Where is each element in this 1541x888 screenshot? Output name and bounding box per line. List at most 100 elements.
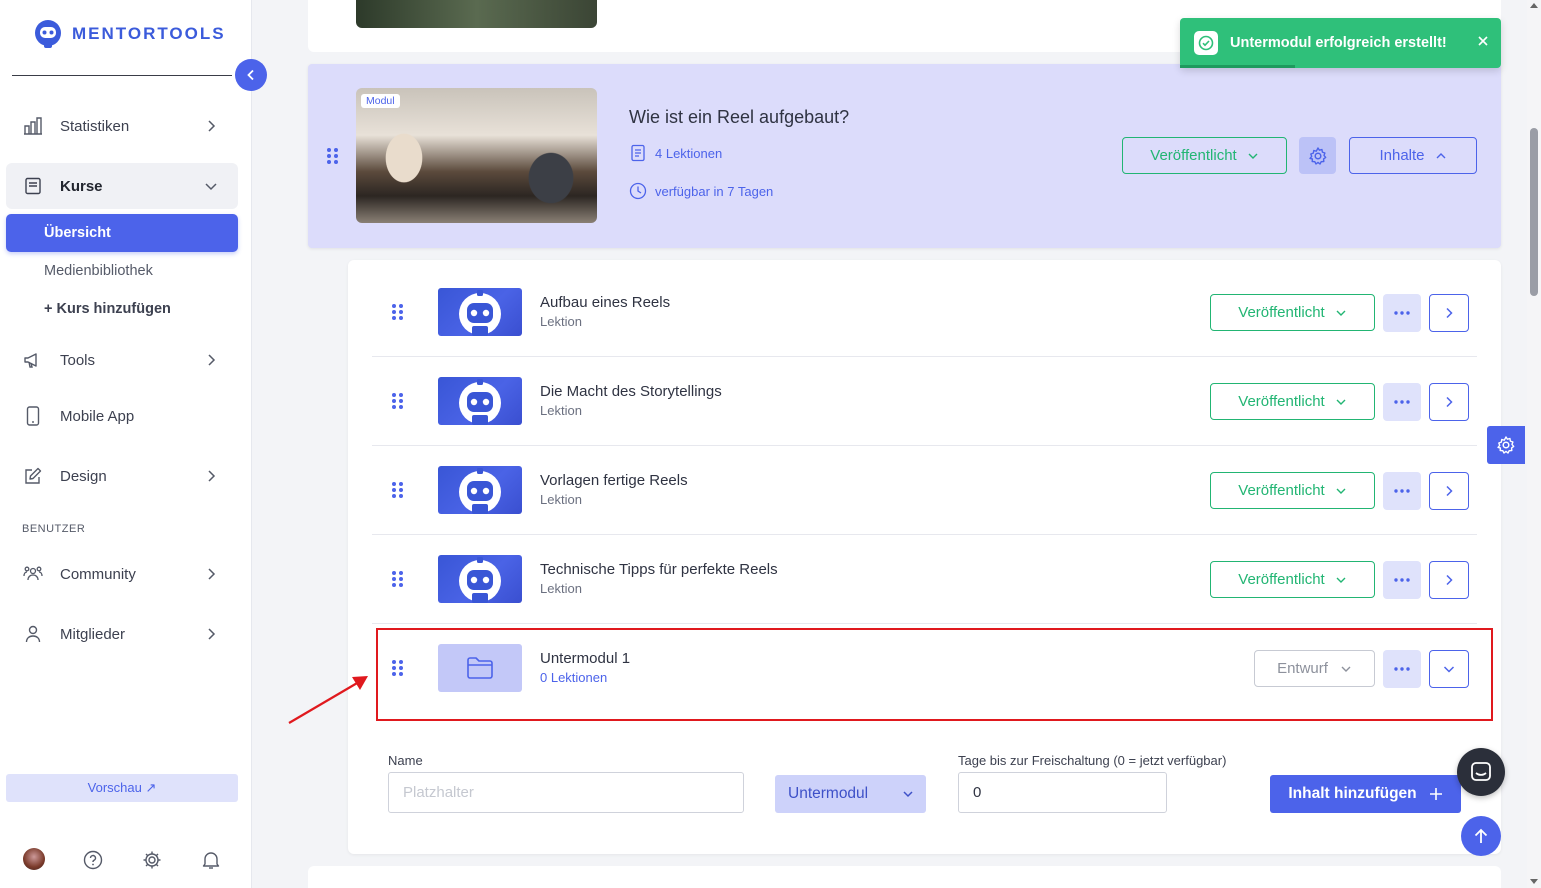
submodule-row[interactable]: Untermodul 1 0 Lektionen Entwurf bbox=[372, 624, 1477, 713]
help-icon[interactable] bbox=[81, 848, 105, 872]
open-lesson-button[interactable] bbox=[1429, 294, 1469, 332]
chevron-down-icon bbox=[1336, 488, 1346, 494]
sidebar-sub-uebersicht[interactable]: Übersicht bbox=[6, 214, 238, 252]
robot-icon bbox=[459, 290, 501, 336]
chevron-right-icon bbox=[1446, 307, 1453, 319]
lesson-status-dropdown[interactable]: Veröffentlicht bbox=[1210, 294, 1375, 331]
robot-icon bbox=[459, 379, 501, 425]
expand-submodule-button[interactable] bbox=[1429, 650, 1469, 688]
settings-gear-icon[interactable] bbox=[140, 848, 164, 872]
bell-icon[interactable] bbox=[199, 848, 223, 872]
content-type-select[interactable]: Untermodul bbox=[775, 775, 926, 813]
sidebar-item-community[interactable]: Community bbox=[6, 551, 238, 597]
module-status-dropdown[interactable]: Veröffentlicht bbox=[1122, 137, 1287, 174]
dots-horizontal-icon bbox=[1394, 489, 1410, 493]
drag-handle-icon[interactable] bbox=[327, 148, 338, 164]
sidebar-item-tools[interactable]: Tools bbox=[6, 337, 238, 383]
section-label-benutzer: BENUTZER bbox=[22, 523, 86, 535]
sidebar-item-statistiken[interactable]: Statistiken bbox=[6, 103, 238, 149]
lesson-type: Lektion bbox=[540, 314, 582, 329]
collapse-sidebar-button[interactable] bbox=[235, 59, 267, 91]
add-content-button[interactable]: Inhalt hinzufügen bbox=[1270, 775, 1461, 813]
drag-handle-icon[interactable] bbox=[392, 304, 403, 320]
more-options-button[interactable] bbox=[1383, 472, 1421, 510]
phone-icon bbox=[22, 405, 44, 427]
scroll-to-top-button[interactable] bbox=[1461, 816, 1501, 856]
chat-widget-button[interactable] bbox=[1457, 748, 1505, 796]
drag-handle-icon[interactable] bbox=[392, 482, 403, 498]
more-options-button[interactable] bbox=[1383, 294, 1421, 332]
module-contents-toggle[interactable]: Inhalte bbox=[1349, 137, 1477, 174]
more-options-button[interactable] bbox=[1383, 561, 1421, 599]
chevron-left-icon bbox=[247, 69, 254, 81]
lesson-type: Lektion bbox=[540, 492, 582, 507]
sidebar-footer bbox=[0, 848, 252, 872]
gear-icon bbox=[1308, 146, 1326, 165]
submodule-status-dropdown[interactable]: Entwurf bbox=[1254, 650, 1375, 687]
more-options-button[interactable] bbox=[1383, 383, 1421, 421]
previous-module-thumbnail bbox=[356, 0, 597, 28]
lesson-row[interactable]: Technische Tipps für perfekte Reels Lekt… bbox=[372, 535, 1477, 624]
floating-settings-button[interactable] bbox=[1487, 426, 1525, 464]
scroll-up-arrow-icon[interactable] bbox=[1530, 3, 1538, 8]
lesson-row[interactable]: Vorlagen fertige Reels Lektion Veröffent… bbox=[372, 446, 1477, 535]
chevron-down-icon bbox=[903, 791, 913, 798]
brand-name: MENTORTOOLS bbox=[72, 24, 226, 43]
lesson-row[interactable]: Aufbau eines Reels Lektion Veröffentlich… bbox=[372, 268, 1477, 357]
days-field-label: Tage bis zur Freischaltung (0 = jetzt ve… bbox=[958, 753, 1227, 768]
sidebar-item-kurse[interactable]: Kurse bbox=[6, 163, 238, 209]
scrollbar-thumb[interactable] bbox=[1530, 128, 1538, 296]
page-scrollbar[interactable] bbox=[1527, 0, 1541, 888]
chevron-right-icon bbox=[1446, 485, 1453, 497]
sidebar-item-label: Design bbox=[60, 467, 107, 485]
more-options-button[interactable] bbox=[1383, 650, 1421, 688]
chevron-down-icon bbox=[1336, 577, 1346, 583]
module-card: Modul Wie ist ein Reel aufgebaut? 4 Lekt… bbox=[308, 64, 1501, 248]
logo[interactable]: MENTORTOOLS bbox=[32, 18, 226, 50]
sidebar-item-label: Mobile App bbox=[60, 407, 135, 425]
lesson-type: Lektion bbox=[540, 581, 582, 596]
edit-icon bbox=[22, 465, 44, 487]
avatar[interactable] bbox=[23, 848, 45, 870]
folder-icon bbox=[467, 657, 493, 679]
drag-handle-icon[interactable] bbox=[392, 393, 403, 409]
sidebar-sub-kurs-hinzufuegen[interactable]: + Kurs hinzufügen bbox=[6, 290, 238, 328]
name-input-placeholder: Platzhalter bbox=[403, 784, 474, 801]
megaphone-icon bbox=[22, 349, 44, 371]
lesson-status-dropdown[interactable]: Veröffentlicht bbox=[1210, 383, 1375, 420]
gear-icon bbox=[1497, 436, 1515, 454]
robot-icon bbox=[459, 557, 501, 603]
open-lesson-button[interactable] bbox=[1429, 472, 1469, 510]
days-input[interactable]: 0 bbox=[958, 772, 1167, 813]
lesson-thumbnail bbox=[438, 466, 522, 514]
sidebar-item-design[interactable]: Design bbox=[6, 453, 238, 499]
module-settings-button[interactable] bbox=[1299, 137, 1336, 174]
chevron-right-icon bbox=[208, 568, 216, 580]
lesson-title: Vorlagen fertige Reels bbox=[540, 472, 688, 489]
dots-horizontal-icon bbox=[1394, 311, 1410, 315]
sidebar-item-mobile-app[interactable]: Mobile App bbox=[6, 393, 238, 439]
scroll-down-arrow-icon[interactable] bbox=[1530, 879, 1538, 884]
open-lesson-button[interactable] bbox=[1429, 561, 1469, 599]
drag-handle-icon[interactable] bbox=[392, 571, 403, 587]
lesson-status-dropdown[interactable]: Veröffentlicht bbox=[1210, 561, 1375, 598]
success-toast: Untermodul erfolgreich erstellt! bbox=[1180, 18, 1501, 68]
drag-handle-icon[interactable] bbox=[392, 660, 403, 676]
lesson-row[interactable]: Die Macht des Storytellings Lektion Verö… bbox=[372, 357, 1477, 446]
submodule-thumbnail bbox=[438, 644, 522, 692]
name-input[interactable]: Platzhalter bbox=[388, 772, 744, 813]
module-badge: Modul bbox=[361, 94, 400, 108]
sidebar-item-mitglieder[interactable]: Mitglieder bbox=[6, 611, 238, 657]
chevron-down-icon bbox=[205, 183, 217, 191]
sidebar-sub-medienbibliothek[interactable]: Medienbibliothek bbox=[6, 252, 238, 290]
chevron-right-icon bbox=[1446, 396, 1453, 408]
sidebar-item-label: Tools bbox=[60, 351, 96, 369]
lesson-status-dropdown[interactable]: Veröffentlicht bbox=[1210, 472, 1375, 509]
user-icon bbox=[22, 623, 44, 645]
close-icon[interactable] bbox=[1477, 35, 1489, 47]
check-icon bbox=[1194, 31, 1218, 55]
open-lesson-button[interactable] bbox=[1429, 383, 1469, 421]
module-thumbnail[interactable]: Modul bbox=[356, 88, 597, 223]
plus-icon bbox=[1429, 788, 1442, 800]
preview-button[interactable]: Vorschau ↗ bbox=[6, 774, 238, 802]
